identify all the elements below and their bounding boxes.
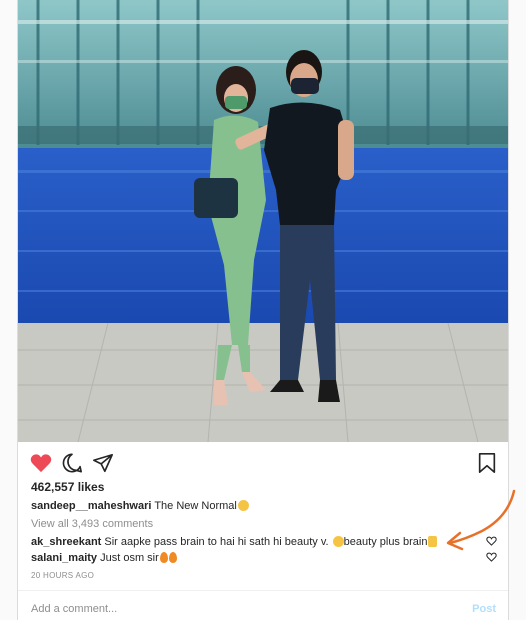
caption-username[interactable]: sandeep__maheshwari xyxy=(31,500,151,512)
comment-row: ak_shreekant Sir aapke pass brain to hai… xyxy=(31,536,497,548)
smile-emoji-icon xyxy=(237,500,249,511)
fire-emoji-icon xyxy=(159,552,168,563)
comment-row: salani_maity Just osm sir xyxy=(31,552,497,564)
fire-emoji-icon xyxy=(168,552,177,563)
post-actions-bar xyxy=(30,452,500,476)
caption-text: The New Normal xyxy=(154,500,237,512)
heart-filled-icon[interactable] xyxy=(30,452,52,474)
comment-username[interactable]: ak_shreekant xyxy=(31,536,101,548)
thumbs-up-emoji-icon xyxy=(428,536,438,547)
heart-eyes-emoji-icon xyxy=(332,536,344,547)
composer-divider xyxy=(18,590,508,591)
comment-text: Sir aapke pass brain to hai hi sath hi b… xyxy=(104,536,329,548)
heart-outline-icon[interactable] xyxy=(486,552,497,565)
annotation-arrow xyxy=(446,489,516,551)
post-comment-button[interactable]: Post xyxy=(472,603,496,615)
comment-username[interactable]: salani_maity xyxy=(31,552,97,564)
comment-text: Just osm sir xyxy=(100,552,159,564)
comment-text-continued: beauty plus brain xyxy=(343,536,428,548)
comment-icon[interactable] xyxy=(61,452,83,474)
like-count[interactable]: 462,557 likes xyxy=(31,480,104,494)
post-timestamp[interactable]: 20 HOURS AGO xyxy=(31,571,94,580)
post-photo[interactable] xyxy=(18,0,508,442)
post-caption: sandeep__maheshwari The New Normal xyxy=(31,500,249,512)
add-comment-input[interactable] xyxy=(31,603,411,615)
view-all-comments-link[interactable]: View all 3,493 comments xyxy=(31,518,153,530)
share-icon[interactable] xyxy=(92,452,114,474)
bookmark-icon[interactable] xyxy=(476,452,498,474)
